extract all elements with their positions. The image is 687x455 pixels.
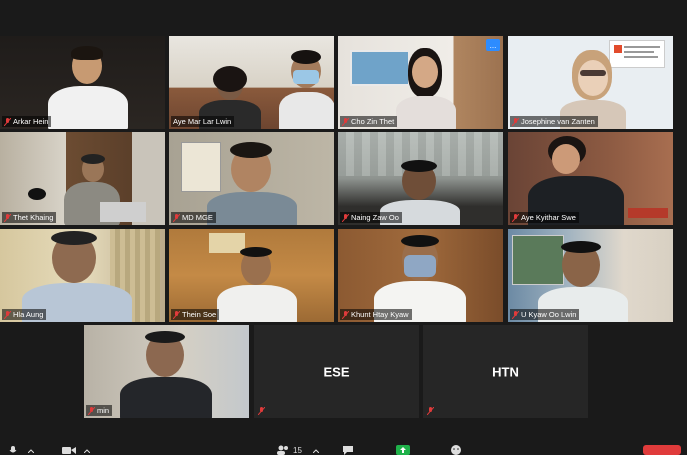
video-tile-md-mge[interactable]: MD MGE bbox=[169, 132, 334, 225]
chevron-up-icon bbox=[313, 449, 319, 453]
video-tile-htn[interactable]: HTN bbox=[423, 325, 588, 418]
participant-name: min bbox=[97, 406, 110, 415]
name-tag: Hla Aung bbox=[2, 309, 47, 320]
video-tile-thet-khaing[interactable]: Thet Khaing bbox=[0, 132, 165, 225]
microphone-icon bbox=[9, 446, 17, 453]
table-item bbox=[628, 208, 668, 218]
muted-mic-icon bbox=[427, 407, 434, 415]
video-tile-naing-zaw-oo[interactable]: Naing Zaw Oo bbox=[338, 132, 503, 225]
video-options-chevron[interactable] bbox=[84, 449, 90, 453]
video-tile-josephine-van-zanten[interactable]: Josephine van Zanten bbox=[508, 36, 673, 129]
participant-initials: HTN bbox=[492, 364, 519, 379]
video-tile-thein-soe[interactable]: Thein Soe bbox=[169, 229, 334, 322]
name-tag: min bbox=[86, 405, 113, 416]
wall-poster bbox=[181, 142, 221, 192]
microphone bbox=[28, 188, 46, 200]
name-tag: Aye Kyithar Swe bbox=[510, 212, 579, 223]
muted-mic-icon bbox=[512, 117, 519, 126]
meeting-toolbar: 15 bbox=[0, 441, 687, 455]
participant-initials: ESE bbox=[323, 364, 350, 379]
share-screen-button[interactable] bbox=[396, 445, 410, 455]
video-tile-aye-mar-lar-lwin[interactable]: Aye Mar Lar Lwin bbox=[169, 36, 334, 129]
participant-name: Aye Mar Lar Lwin bbox=[173, 117, 232, 126]
more-options-button[interactable]: ... bbox=[486, 39, 500, 51]
chevron-up-icon bbox=[28, 449, 34, 453]
video-tile-cho-zin-thet[interactable]: ... Cho Zin Thet bbox=[338, 36, 503, 129]
name-tag: Khunt Htay Kyaw bbox=[340, 309, 412, 320]
participant-name: U Kyaw Oo Lwin bbox=[521, 310, 577, 319]
name-tag bbox=[256, 406, 268, 416]
video-tile-khunt-htay-kyaw[interactable]: Khunt Htay Kyaw bbox=[338, 229, 503, 322]
participants-options-chevron[interactable] bbox=[313, 449, 319, 453]
video-tile-hla-aung[interactable]: Hla Aung bbox=[0, 229, 165, 322]
participant-name: Aye Kyithar Swe bbox=[521, 213, 576, 222]
smiley-icon bbox=[451, 445, 461, 455]
share-screen-icon bbox=[396, 445, 410, 455]
muted-mic-icon bbox=[258, 407, 265, 415]
camera-icon bbox=[62, 447, 76, 454]
participant-name: Thein Soe bbox=[182, 310, 217, 319]
virtual-background-logo bbox=[609, 40, 665, 68]
video-gallery: Arkar Hein Aye Mar Lar Lwin ... Cho Zin … bbox=[0, 0, 687, 455]
audio-options-chevron[interactable] bbox=[28, 449, 34, 453]
name-tag: Thet Khaing bbox=[2, 212, 57, 223]
video-tile-ese[interactable]: ESE bbox=[254, 325, 419, 418]
muted-mic-icon bbox=[512, 213, 519, 222]
participant-name: Hla Aung bbox=[13, 310, 44, 319]
muted-mic-icon bbox=[173, 310, 180, 319]
name-tag: Naing Zaw Oo bbox=[340, 212, 402, 223]
participant-name: Naing Zaw Oo bbox=[351, 213, 399, 222]
muted-mic-icon bbox=[4, 213, 11, 222]
muted-mic-icon bbox=[342, 213, 349, 222]
video-tile-aye-kyithar-swe[interactable]: Aye Kyithar Swe bbox=[508, 132, 673, 225]
participant-name: Khunt Htay Kyaw bbox=[351, 310, 409, 319]
name-tag: MD MGE bbox=[171, 212, 216, 223]
mute-button[interactable] bbox=[8, 445, 18, 455]
participants-button[interactable]: 15 bbox=[276, 445, 302, 455]
name-tag: Thein Soe bbox=[171, 309, 220, 320]
reactions-button[interactable] bbox=[450, 445, 462, 455]
participants-icon bbox=[277, 445, 288, 455]
participant-name: Josephine van Zanten bbox=[521, 117, 595, 126]
laptop bbox=[100, 202, 146, 222]
name-tag: Aye Mar Lar Lwin bbox=[171, 116, 235, 127]
chevron-up-icon bbox=[84, 449, 90, 453]
video-tile-min[interactable]: min bbox=[84, 325, 249, 418]
name-tag: U Kyaw Oo Lwin bbox=[510, 309, 580, 320]
video-tile-u-kyaw-oo-lwin[interactable]: U Kyaw Oo Lwin bbox=[508, 229, 673, 322]
chat-icon bbox=[343, 446, 353, 455]
muted-mic-icon bbox=[88, 406, 95, 415]
muted-mic-icon bbox=[512, 310, 519, 319]
muted-mic-icon bbox=[342, 310, 349, 319]
video-tile-arkar-hein[interactable]: Arkar Hein bbox=[0, 36, 165, 129]
end-button-icon bbox=[643, 445, 681, 455]
muted-mic-icon bbox=[4, 310, 11, 319]
participants-count: 15 bbox=[293, 446, 302, 455]
muted-mic-icon bbox=[173, 213, 180, 222]
participant-name: Arkar Hein bbox=[13, 117, 49, 126]
name-tag: Cho Zin Thet bbox=[340, 116, 398, 127]
muted-mic-icon bbox=[4, 117, 11, 126]
muted-mic-icon bbox=[342, 117, 349, 126]
name-tag bbox=[425, 406, 437, 416]
participant-name: MD MGE bbox=[182, 213, 213, 222]
wall-photo bbox=[512, 235, 564, 285]
participant-name: Cho Zin Thet bbox=[351, 117, 395, 126]
chat-button[interactable] bbox=[342, 445, 354, 455]
participant-name: Thet Khaing bbox=[13, 213, 54, 222]
name-tag: Arkar Hein bbox=[2, 116, 52, 127]
end-meeting-button[interactable] bbox=[643, 445, 681, 455]
video-button[interactable] bbox=[62, 446, 76, 455]
name-tag: Josephine van Zanten bbox=[510, 116, 598, 127]
wall-map bbox=[350, 50, 410, 86]
